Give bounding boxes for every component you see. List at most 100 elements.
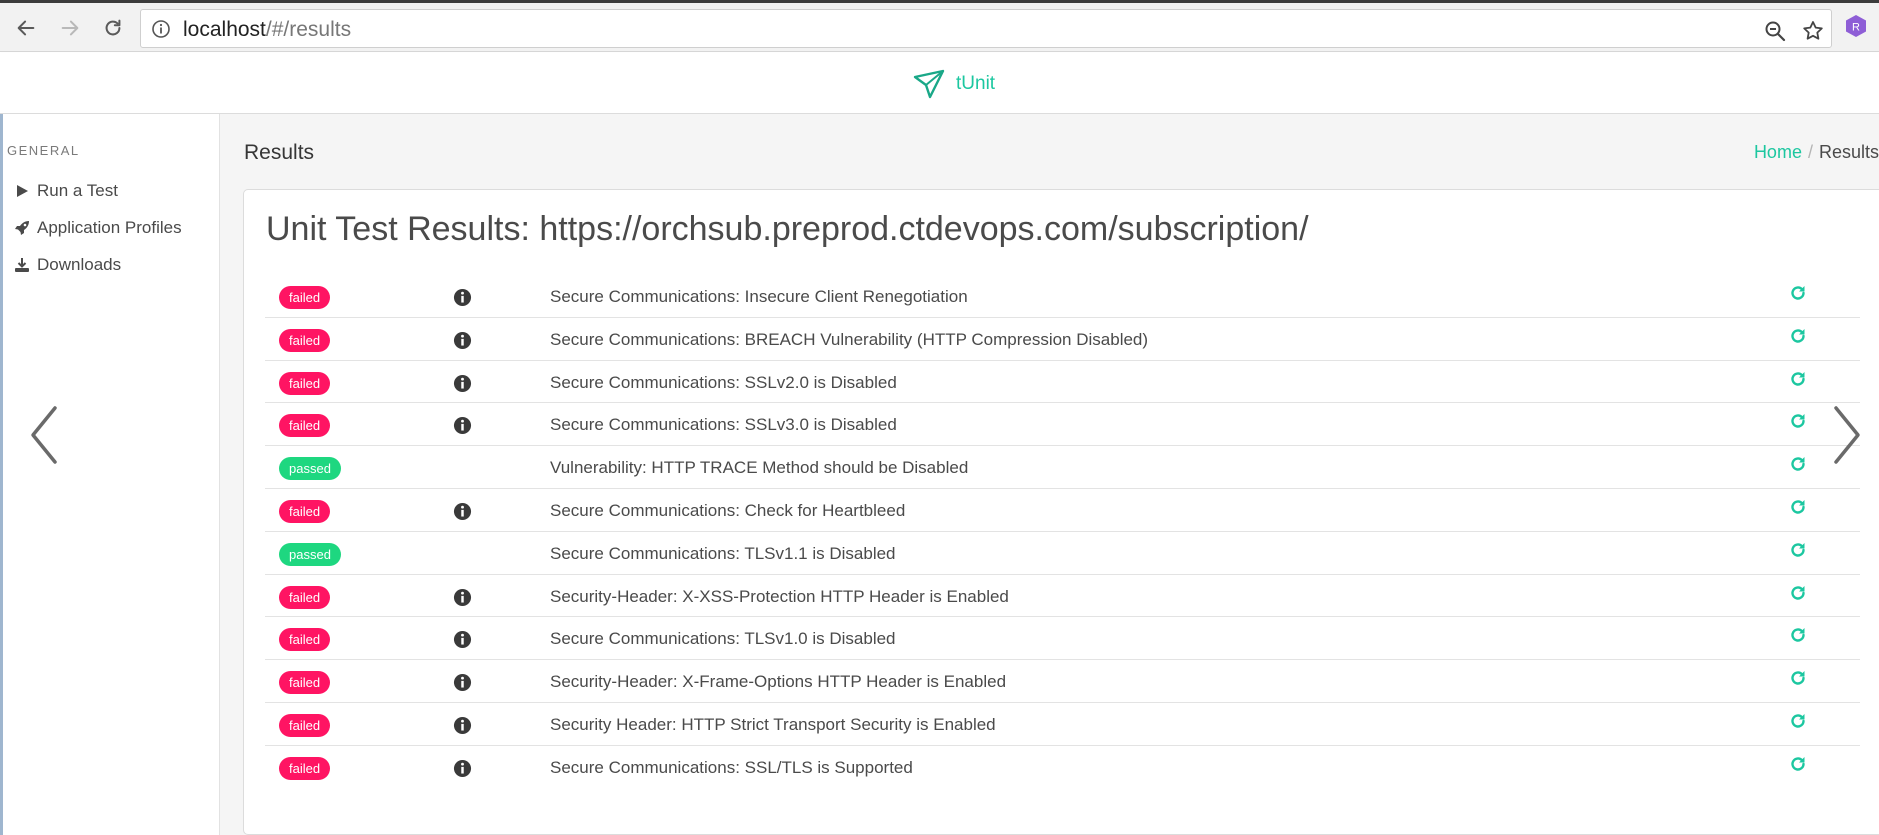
info-icon[interactable] [453,759,472,778]
status-badge: failed [279,713,331,737]
table-row: failed Secure Communications: TLSv1.0 is … [265,617,1860,661]
download-icon [15,258,29,272]
back-button[interactable] [10,12,42,44]
table-row: failed Secure Communications: SSLv3.0 is … [265,403,1860,447]
rocket-icon [15,221,29,235]
info-icon[interactable] [453,288,472,307]
main-content: Results Home / Results Unit Test Results… [220,114,1879,835]
next-arrow-icon[interactable] [1826,400,1866,470]
table-row: passed Secure Communications: TLSv1.1 is … [265,532,1860,575]
table-row: failed Secure Communications: SSLv2.0 is … [265,361,1860,404]
test-name: Secure Communications: Check for Heartbl… [550,500,906,520]
rerun-icon[interactable] [1789,498,1807,516]
rerun-icon[interactable] [1789,669,1807,687]
test-name: Secure Communications: SSLv2.0 is Disabl… [550,372,897,392]
info-icon[interactable] [453,630,472,649]
info-icon[interactable] [453,502,472,521]
test-name: Security Header: HTTP Strict Transport S… [550,714,996,734]
profile-initial: R [1852,22,1860,34]
rerun-icon[interactable] [1789,755,1807,773]
test-name: Secure Communications: SSL/TLS is Suppor… [550,757,913,777]
info-icon[interactable] [453,588,472,607]
sidebar-item-run-a-test[interactable]: Run a Test [14,181,118,201]
status-badge: failed [279,499,331,523]
status-badge: failed [279,371,331,395]
info-icon[interactable] [453,416,472,435]
site-info-icon[interactable] [151,19,171,39]
status-badge: passed [279,457,341,481]
status-badge: failed [279,628,331,652]
star-icon[interactable] [1801,19,1825,43]
test-name: Vulnerability: HTTP TRACE Method should … [550,458,969,478]
status-badge: passed [279,542,341,566]
reload-button[interactable] [97,12,129,44]
status-badge: failed [279,286,331,309]
arrow-right-icon [61,20,79,36]
table-row: failed Security Header: HTTP Strict Trans… [265,703,1860,746]
browser-toolbar: localhost/#/results R [0,0,1879,52]
page-title: Results [244,141,315,164]
results-card: Unit Test Results: https://orchsub.prepr… [243,189,1879,835]
rerun-icon[interactable] [1789,370,1807,388]
test-name: Secure Communications: SSLv3.0 is Disabl… [550,415,897,435]
info-icon[interactable] [453,331,472,350]
tunit-logo-icon [913,69,945,99]
info-icon[interactable] [453,673,472,692]
status-badge: failed [279,328,331,352]
results-list: failed Secure Communications: Insecure Cl… [265,275,1860,789]
rerun-icon[interactable] [1789,284,1807,302]
table-row: failed Secure Communications: Check for H… [265,489,1860,532]
info-icon[interactable] [453,716,472,735]
table-row: failed Secure Communications: Insecure Cl… [265,275,1860,318]
test-name: Secure Communications: BREACH Vulnerabil… [550,329,1149,349]
results-title: Unit Test Results: https://orchsub.prepr… [266,210,1309,248]
sidebar: GENERAL Run a Test Application Profiles … [0,114,220,835]
address-bar[interactable]: localhost/#/results [140,9,1832,48]
brand[interactable]: tUnit [912,67,995,101]
table-row: failed Security-Header: X-Frame-Options H… [265,660,1860,703]
play-icon [17,185,28,197]
test-name: Secure Communications: TLSv1.0 is Disabl… [550,629,896,649]
table-row: passed Vulnerability: HTTP TRACE Method s… [265,446,1860,489]
status-badge: failed [279,414,331,438]
url-path: /#/results [265,18,352,41]
test-name: Security-Header: X-Frame-Options HTTP He… [550,672,1007,692]
breadcrumb: Home / Results [1754,142,1879,163]
rerun-icon[interactable] [1789,541,1807,559]
info-icon[interactable] [453,374,472,393]
breadcrumb-current: Results [1818,142,1879,162]
app-header: tUnit [0,53,1879,114]
sidebar-item-downloads[interactable]: Downloads [14,255,121,275]
sidebar-item-label: Application Profiles [37,218,182,237]
previous-arrow-icon[interactable] [25,400,65,470]
status-badge: failed [279,756,331,780]
brand-name: tUnit [956,73,996,94]
rerun-icon[interactable] [1789,412,1807,430]
sidebar-item-label: Downloads [37,255,122,274]
status-badge: failed [279,585,331,609]
rerun-icon[interactable] [1789,455,1807,473]
status-badge: failed [279,671,331,695]
arrow-left-icon [17,20,35,36]
rerun-icon[interactable] [1789,327,1807,345]
sidebar-item-label: Run a Test [37,181,118,200]
breadcrumb-separator: / [1807,142,1813,162]
reload-icon [105,19,121,36]
url-host: localhost [183,18,266,41]
table-row: failed Secure Communications: BREACH Vuln… [265,318,1860,361]
test-name: Secure Communications: TLSv1.1 is Disabl… [550,543,896,563]
table-row: failed Secure Communications: SSL/TLS is … [265,746,1860,789]
profile-avatar[interactable]: R [1844,14,1868,38]
table-row: failed Security-Header: X-XSS-Protection … [265,575,1860,618]
sidebar-item-application-profiles[interactable]: Application Profiles [14,218,182,238]
rerun-icon[interactable] [1789,712,1807,730]
url-text: localhost/#/results [183,18,351,42]
forward-button[interactable] [54,12,86,44]
sidebar-heading: GENERAL [7,143,80,158]
breadcrumb-home-link[interactable]: Home [1754,142,1802,163]
rerun-icon[interactable] [1789,584,1807,602]
rerun-icon[interactable] [1789,626,1807,644]
zoom-icon[interactable] [1763,19,1787,43]
test-name: Security-Header: X-XSS-Protection HTTP H… [550,586,1009,606]
test-name: Secure Communications: Insecure Client R… [550,287,968,306]
